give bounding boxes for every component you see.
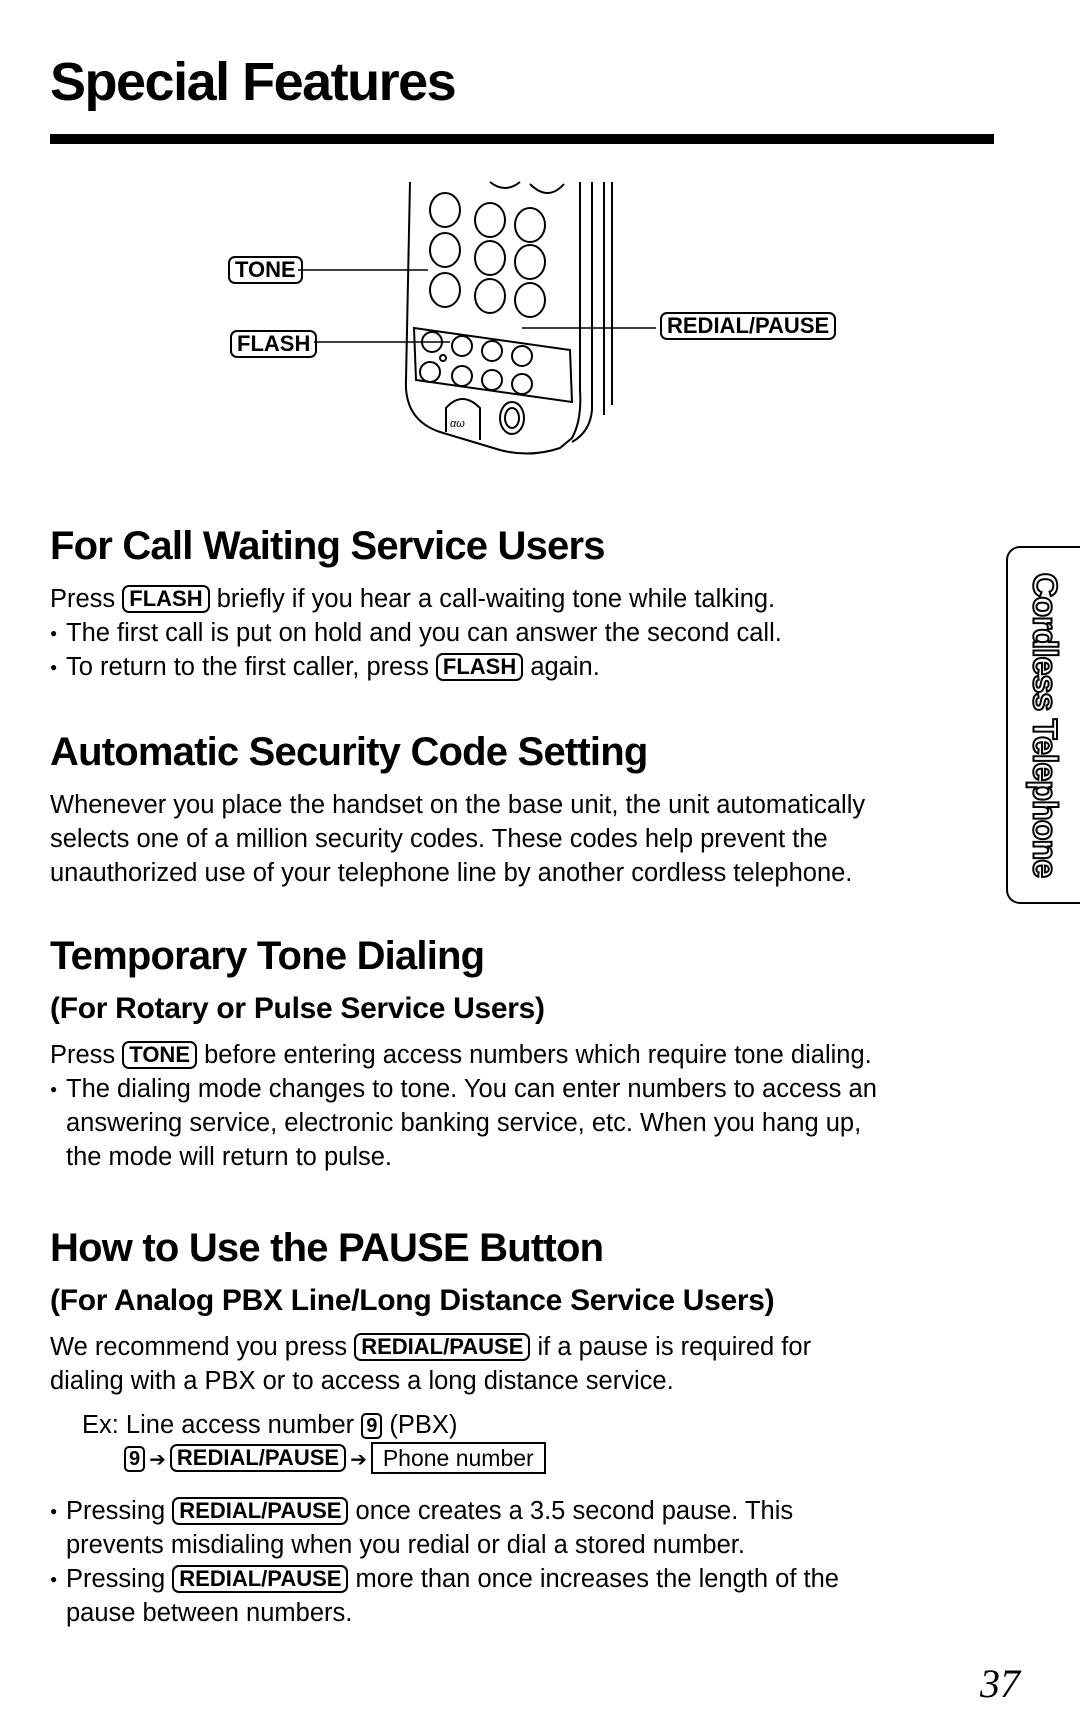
section-heading: How to Use the PAUSE Button — [50, 1226, 604, 1270]
key-flash: FLASH — [122, 585, 210, 613]
key-redial-pause: REDIAL/PAUSE — [169, 1444, 347, 1472]
handset-illustration: αω TONE FLASH REDIAL/PAUSE — [200, 170, 920, 480]
section-pause-button: How to Use the PAUSE Button (For Analog … — [50, 1228, 839, 1630]
section-heading: Automatic Security Code Setting — [50, 730, 648, 774]
side-tab: Cordless Telephone — [1006, 546, 1080, 904]
key-9: 9 — [124, 1446, 146, 1472]
key-redial-pause: REDIAL/PAUSE — [354, 1333, 531, 1361]
text: more than once increases the length of t… — [348, 1565, 839, 1593]
title-rule — [50, 134, 994, 144]
text: once creates a 3.5 second pause. This — [348, 1497, 794, 1525]
section-call-waiting: For Call Waiting Service Users Press FLA… — [50, 526, 782, 684]
text: Pressing — [66, 1497, 173, 1525]
text: Pressing — [66, 1565, 173, 1593]
example-line: Ex: Line access number 9 (PBX) — [82, 1408, 839, 1442]
callout-flash: FLASH — [230, 330, 318, 358]
section-heading: Temporary Tone Dialing — [50, 934, 485, 978]
bullet-continuation: pause between numbers. — [66, 1599, 353, 1627]
text: Press — [50, 1041, 123, 1069]
section-subheading: (For Rotary or Pulse Service Users) — [50, 992, 545, 1025]
text: Press — [50, 585, 123, 613]
text: briefly if you hear a call-waiting tone … — [209, 585, 776, 613]
arrow-right-icon: ➔ — [149, 1449, 166, 1471]
callout-redial-pause: REDIAL/PAUSE — [660, 312, 837, 340]
text: To return to the first caller, press — [66, 653, 436, 681]
paragraph-line: Whenever you place the handset on the ba… — [50, 791, 866, 819]
page-title: Special Features — [50, 52, 457, 112]
paragraph-line: selects one of a million security codes.… — [50, 825, 828, 853]
paragraph: We recommend you press REDIAL/PAUSE if a… — [50, 1330, 839, 1364]
paragraph-line: dialing with a PBX or to access a long d… — [50, 1367, 674, 1395]
page-number: 37 — [980, 1661, 1020, 1706]
text: (PBX) — [382, 1411, 458, 1439]
text: before entering access numbers which req… — [197, 1041, 872, 1069]
paragraph: Press FLASH briefly if you hear a call-w… — [50, 582, 782, 616]
section-subheading: (For Analog PBX Line/Long Distance Servi… — [50, 1284, 775, 1317]
phone-number-box: Phone number — [370, 1442, 546, 1474]
text: again. — [523, 653, 600, 681]
key-redial-pause: REDIAL/PAUSE — [172, 1497, 349, 1525]
key-flash: FLASH — [435, 653, 524, 681]
key-tone: TONE — [122, 1041, 197, 1069]
section-tone-dialing: Temporary Tone Dialing (For Rotary or Pu… — [50, 936, 877, 1174]
bullet-item: Pressing REDIAL/PAUSE more than once inc… — [50, 1562, 839, 1596]
bullet-item: To return to the first caller, press FLA… — [50, 650, 782, 684]
side-tab-label: Cordless Telephone — [1025, 572, 1065, 878]
bullet-item: Pressing REDIAL/PAUSE once creates a 3.5… — [50, 1494, 839, 1528]
bullet-item: The first call is put on hold and you ca… — [50, 616, 782, 650]
paragraph-line: unauthorized use of your telephone line … — [50, 859, 853, 887]
bullet-continuation: answering service, electronic banking se… — [66, 1109, 862, 1137]
example-sequence: 9 ➔ REDIAL/PAUSE ➔ Phone number — [82, 1442, 839, 1476]
handset-glyph: αω — [450, 418, 465, 430]
paragraph: Press TONE before entering access number… — [50, 1038, 877, 1072]
bullet-continuation: prevents misdialing when you redial or d… — [66, 1531, 745, 1559]
example-block: Ex: Line access number 9 (PBX) 9 ➔ REDIAL/… — [50, 1408, 839, 1476]
text: Ex: Line access number — [82, 1411, 362, 1439]
key-redial-pause: REDIAL/PAUSE — [172, 1565, 349, 1593]
section-security-code: Automatic Security Code Setting Whenever… — [50, 732, 865, 890]
bullet-item: The dialing mode changes to tone. You ca… — [50, 1072, 877, 1106]
arrow-right-icon: ➔ — [350, 1449, 367, 1471]
section-heading: For Call Waiting Service Users — [50, 524, 606, 568]
callout-tone: TONE — [228, 256, 303, 284]
text: We recommend you press — [50, 1333, 355, 1361]
key-9: 9 — [361, 1413, 383, 1439]
bullet-continuation: the mode will return to pulse. — [66, 1143, 392, 1171]
text: if a pause is required for — [530, 1333, 812, 1361]
